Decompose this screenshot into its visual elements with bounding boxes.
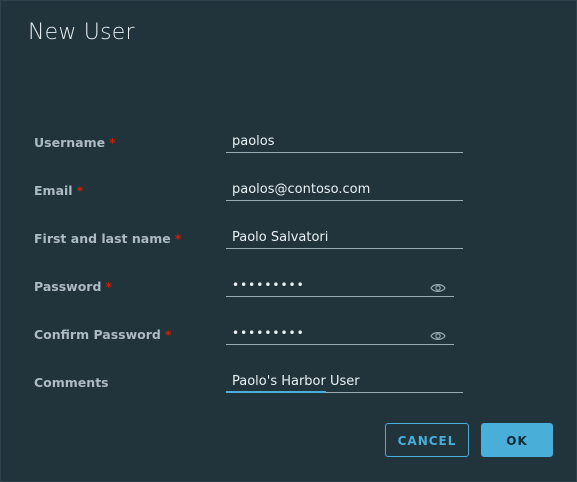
ok-button[interactable]: OK <box>481 423 553 457</box>
password-label: Password * <box>34 279 112 294</box>
fullname-label: First and last name * <box>34 231 182 246</box>
comments-row: Comments <box>1 370 576 401</box>
confirm-password-label: Confirm Password * <box>34 327 172 342</box>
confirm-password-field <box>226 322 454 345</box>
required-marker: * <box>105 279 112 294</box>
email-input[interactable] <box>226 178 463 200</box>
eye-icon[interactable] <box>430 279 446 292</box>
confirm-password-row: Confirm Password * <box>1 322 576 353</box>
fullname-row: First and last name * <box>1 226 576 257</box>
comments-field <box>226 370 463 393</box>
dialog-title: New User <box>28 20 135 45</box>
cancel-button[interactable]: CANCEL <box>385 423 469 457</box>
comments-input[interactable] <box>226 370 463 392</box>
username-row: Username * <box>1 130 576 161</box>
username-label: Username * <box>34 135 116 150</box>
email-row: Email * <box>1 178 576 209</box>
fullname-input[interactable] <box>226 226 463 248</box>
required-marker: * <box>174 231 182 246</box>
focus-underline <box>226 391 326 393</box>
email-field <box>226 178 463 201</box>
required-marker: * <box>76 183 84 198</box>
eye-icon[interactable] <box>430 327 446 340</box>
new-user-dialog: New User Username* Email* First and last… <box>0 0 577 482</box>
password-field <box>226 274 454 297</box>
password-row: Password * <box>1 274 576 305</box>
fullname-field <box>226 226 463 249</box>
email-label: Email * <box>34 183 84 198</box>
password-input[interactable] <box>226 274 454 296</box>
required-marker: * <box>109 135 116 150</box>
username-field <box>226 130 463 153</box>
comments-label: Comments <box>34 375 109 390</box>
username-input[interactable] <box>226 130 463 152</box>
confirm-password-input[interactable] <box>226 322 454 344</box>
required-marker: * <box>164 327 172 342</box>
